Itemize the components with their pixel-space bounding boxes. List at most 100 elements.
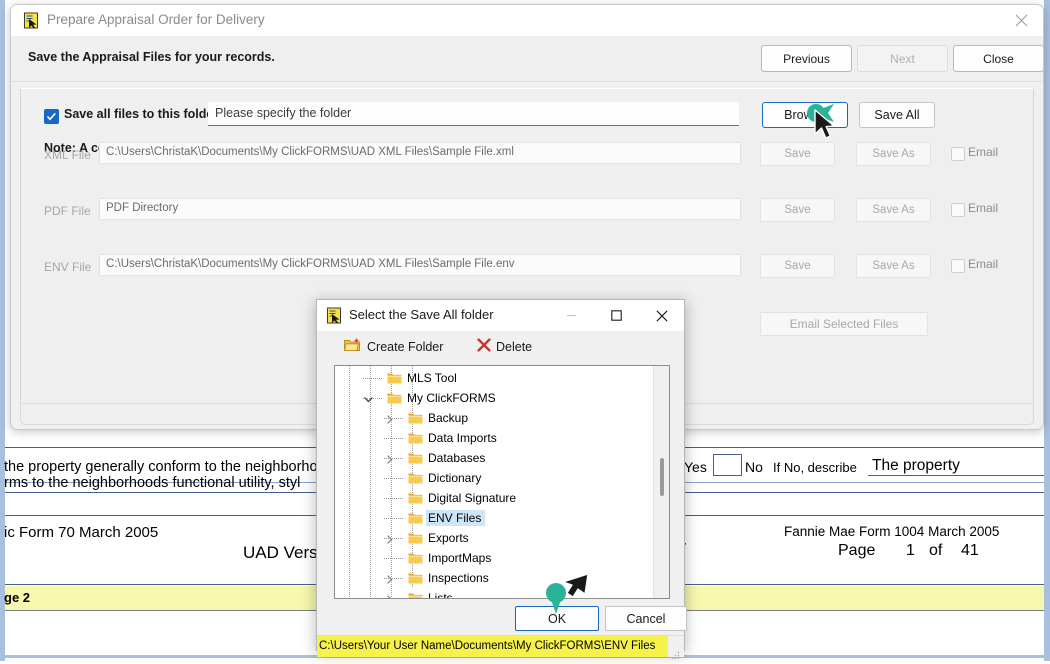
folder-icon <box>387 391 402 404</box>
tree-item-label: Databases <box>428 451 486 465</box>
folder-icon <box>408 411 423 424</box>
maximize-icon[interactable] <box>594 300 639 331</box>
tree-item-databases[interactable]: Databases <box>335 448 650 468</box>
doc-page-number: 1 <box>906 542 915 559</box>
tree-connector <box>384 478 404 479</box>
tree-item-label: My ClickFORMS <box>407 391 496 405</box>
doc-ifno-value: The property <box>872 457 960 474</box>
folder-tree[interactable]: MLS Tool My ClickFORMS Backup Data Imports D… <box>334 365 670 599</box>
minimize-icon[interactable] <box>549 300 594 331</box>
pdf-email-label: Email <box>968 201 999 215</box>
previous-button[interactable]: Previous <box>761 45 852 72</box>
tree-item-mls-tool[interactable]: MLS Tool <box>335 368 650 388</box>
email-selected-files-button[interactable]: Email Selected Files <box>760 312 928 336</box>
resize-grip[interactable] <box>672 646 680 660</box>
xml-file-path-value: C:\Users\ChristaK\Documents\My ClickFORM… <box>106 146 514 158</box>
pdf-file-path-value: PDF Directory <box>106 202 179 214</box>
doc-of-word: of <box>929 542 943 559</box>
chevron-right-icon[interactable] <box>384 532 395 544</box>
chevron-down-icon[interactable] <box>363 392 374 403</box>
doc-page-word: Page <box>838 542 876 559</box>
env-file-path-field[interactable]: C:\Users\ChristaK\Documents\My ClickFORM… <box>99 254 741 276</box>
chevron-right-icon[interactable] <box>384 412 395 424</box>
window-subheader: Save the Appraisal Files for your record… <box>11 37 1043 82</box>
doc-ifno-label: If No, describe <box>773 460 857 475</box>
tree-scrollbar[interactable] <box>653 366 669 598</box>
folder-icon <box>408 511 423 524</box>
tree-item-exports[interactable]: Exports <box>335 528 650 548</box>
create-folder-label: Create Folder <box>367 339 444 354</box>
save-all-to-folder-label: Save all files to this folder: <box>64 107 223 121</box>
tree-item-dictionary[interactable]: Dictionary <box>335 468 650 488</box>
doc-uad-version: UAD Vers <box>243 543 318 562</box>
xml-file-path-field[interactable]: C:\Users\ChristaK\Documents\My ClickFORM… <box>99 142 741 164</box>
tree-item-label: ImportMaps <box>428 551 492 565</box>
tree-item-label: Dictionary <box>428 471 482 485</box>
doc-no-label: No <box>745 459 763 475</box>
tree-item-lists[interactable]: Lists <box>335 588 650 599</box>
delete-button[interactable]: Delete <box>477 337 532 356</box>
tree-item-env-files[interactable]: ENV Files <box>335 508 650 528</box>
pdf-save-as-button[interactable]: Save As <box>856 198 931 222</box>
chevron-right-icon[interactable] <box>384 592 395 598</box>
tree-item-label: Exports <box>428 531 469 545</box>
folder-icon <box>408 591 423 598</box>
tree-item-label: Backup <box>428 411 469 425</box>
pdf-save-button[interactable]: Save <box>760 198 835 222</box>
delete-label: Delete <box>496 339 533 354</box>
save-all-to-folder-checkbox[interactable] <box>44 109 59 124</box>
tree-item-label: Lists <box>428 591 453 599</box>
xml-save-as-button[interactable]: Save As <box>856 142 931 166</box>
tree-connector <box>384 518 404 519</box>
env-save-as-button[interactable]: Save As <box>856 254 931 278</box>
tree-connector <box>363 378 383 379</box>
folder-icon <box>408 551 423 564</box>
tree-connector <box>384 598 404 599</box>
env-save-button[interactable]: Save <box>760 254 835 278</box>
create-folder-button[interactable]: Create Folder <box>344 337 443 356</box>
close-button[interactable]: Close <box>953 45 1043 72</box>
close-icon[interactable] <box>999 5 1043 36</box>
pdf-email-checkbox[interactable] <box>951 203 965 217</box>
next-button[interactable]: Next <box>857 45 948 72</box>
page-banner-label: ge 2 <box>4 590 31 605</box>
chevron-right-icon[interactable] <box>384 452 395 464</box>
tree-item-inspections[interactable]: Inspections <box>335 568 650 588</box>
tree-scrollbar-thumb[interactable] <box>660 458 664 496</box>
window-title: Prepare Appraisal Order for Delivery <box>47 12 265 27</box>
close-icon[interactable] <box>639 300 684 331</box>
folder-icon <box>408 431 423 444</box>
tree-item-digital-signature[interactable]: Digital Signature <box>335 488 650 508</box>
xml-email-checkbox[interactable] <box>951 147 965 161</box>
folder-icon <box>408 451 423 464</box>
tree-item-data-imports[interactable]: Data Imports <box>335 428 650 448</box>
env-email-label: Email <box>968 257 999 271</box>
tree-item-label: Data Imports <box>428 431 497 445</box>
env-file-label: ENV File <box>44 260 92 274</box>
xml-file-label: XML File <box>44 148 91 162</box>
save-all-button[interactable]: Save All <box>859 102 935 128</box>
picker-status-bar: C:\Users\Your User Name\Documents\My Cli… <box>317 635 684 660</box>
cancel-button[interactable]: Cancel <box>605 606 687 631</box>
subheader-label: Save the Appraisal Files for your record… <box>28 50 275 64</box>
doc-fannie-form: Fannie Mae Form 1004 March 2005 <box>784 524 1000 539</box>
env-email-checkbox[interactable] <box>951 259 965 273</box>
env-file-path-value: C:\Users\ChristaK\Documents\My ClickFORM… <box>106 258 515 270</box>
tree-item-importmaps[interactable]: ImportMaps <box>335 548 650 568</box>
chevron-right-icon[interactable] <box>384 572 395 584</box>
select-save-all-folder-dialog: Select the Save All folder Create Folder <box>316 299 687 660</box>
window-frame-right-edge <box>1044 0 1050 661</box>
xml-email-label: Email <box>968 145 999 159</box>
folder-icon <box>387 371 402 384</box>
folder-icon <box>408 531 423 544</box>
pdf-file-path-field[interactable]: PDF Directory <box>99 198 741 220</box>
doc-checkbox <box>713 454 742 476</box>
tree-connector <box>384 438 404 439</box>
tree-item-my-clickforms[interactable]: My ClickFORMS <box>335 388 650 408</box>
tree-connector <box>384 498 404 499</box>
tree-item-label: Inspections <box>428 571 489 585</box>
tree-item-backup[interactable]: Backup <box>335 408 650 428</box>
picker-titlebar: Select the Save All folder <box>317 300 684 331</box>
tree-connector <box>384 558 404 559</box>
folder-path-input[interactable]: Please specify the folder <box>208 102 739 126</box>
